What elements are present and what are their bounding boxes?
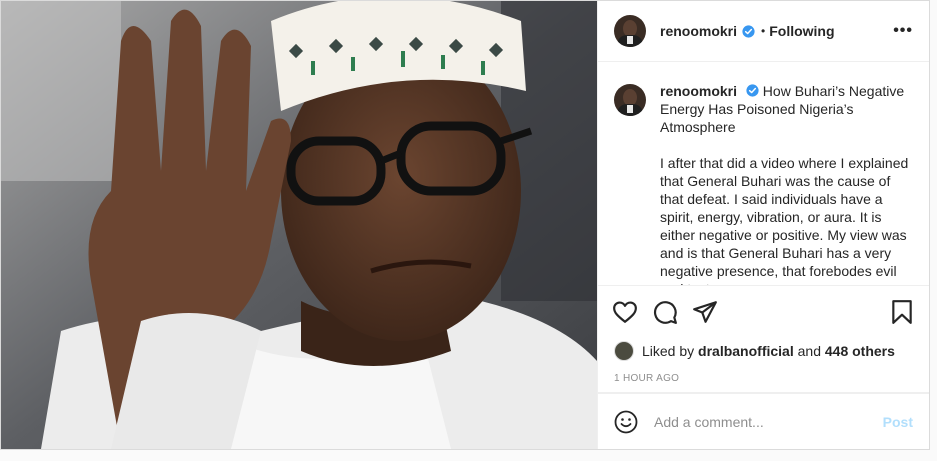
- likes-others-link[interactable]: 448 others: [825, 343, 895, 359]
- caption-body: renoomokri How Buhari’s Negative Energy …: [660, 82, 913, 285]
- caption-author-avatar[interactable]: [614, 84, 646, 116]
- following-button[interactable]: Following: [769, 23, 834, 39]
- share-icon[interactable]: [692, 299, 718, 325]
- liker-username[interactable]: dralbanofficial: [698, 343, 794, 359]
- verified-badge-icon: [742, 24, 755, 38]
- caption-username[interactable]: renoomokri: [660, 83, 737, 99]
- bookmark-icon[interactable]: [889, 299, 915, 325]
- likes-prefix: Liked by: [642, 343, 695, 359]
- liker-avatar[interactable]: [614, 341, 634, 361]
- likes-summary: Liked by dralbanofficial and 448 others: [598, 337, 929, 365]
- comment-input[interactable]: [654, 413, 883, 430]
- comment-icon[interactable]: [652, 299, 678, 325]
- header-separator: •: [761, 24, 766, 38]
- post-header: renoomokri • Following •••: [598, 1, 929, 62]
- verified-badge-icon: [746, 84, 759, 97]
- post-photo: [1, 1, 597, 449]
- heart-icon[interactable]: [612, 299, 638, 325]
- comment-bar: Post: [598, 393, 929, 449]
- post-image[interactable]: [1, 1, 597, 449]
- emoji-icon[interactable]: [614, 410, 638, 434]
- post-comment-button[interactable]: Post: [883, 414, 913, 430]
- post-side-panel: renoomokri • Following ••• renoomokri Ho…: [597, 1, 929, 449]
- more-options-icon[interactable]: •••: [893, 22, 913, 40]
- author-username[interactable]: renoomokri: [660, 23, 737, 39]
- caption-text: I after that did a video where I explain…: [660, 155, 909, 285]
- post-timestamp[interactable]: 1 HOUR AGO: [598, 365, 929, 393]
- instagram-post: renoomokri • Following ••• renoomokri Ho…: [0, 0, 930, 450]
- caption-section: renoomokri How Buhari’s Negative Energy …: [598, 62, 929, 285]
- likes-conj: and: [797, 343, 821, 359]
- author-avatar[interactable]: [614, 15, 646, 47]
- action-bar: [598, 285, 929, 337]
